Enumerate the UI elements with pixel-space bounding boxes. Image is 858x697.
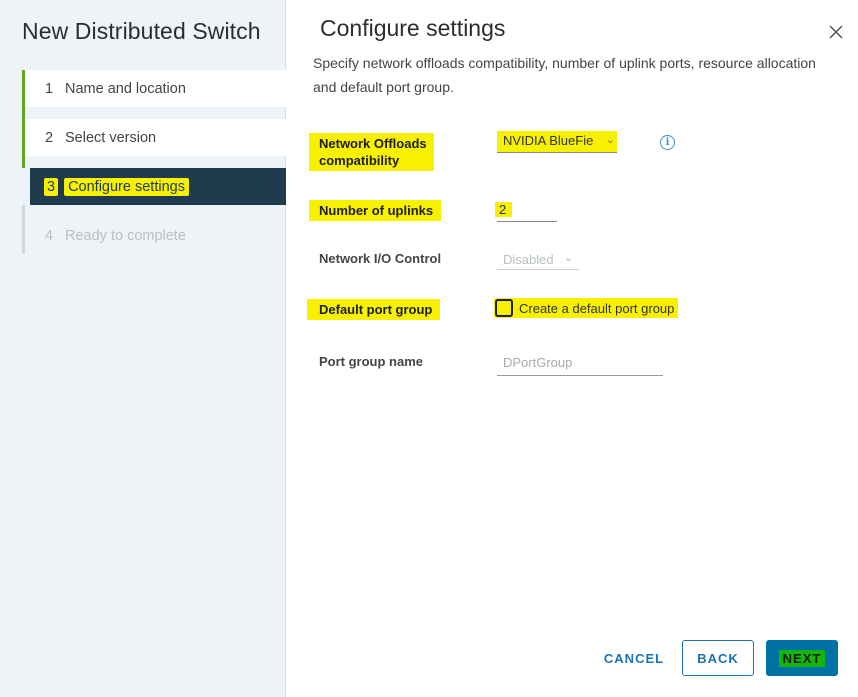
wizard-sidebar: New Distributed Switch 1 Name and locati… — [0, 0, 286, 697]
step-label: Select version — [65, 129, 157, 146]
step-configure-settings[interactable]: 3 Configure settings — [22, 168, 286, 205]
port-group-name-placeholder: DPortGroup — [503, 355, 573, 370]
step-label: Name and location — [65, 80, 186, 97]
step-name-and-location[interactable]: 1 Name and location — [22, 70, 286, 119]
step-ready-to-complete: 4 Ready to complete — [22, 205, 286, 254]
step-number: 4 — [45, 227, 54, 244]
step-number: 2 — [45, 129, 54, 146]
wizard-title: New Distributed Switch — [22, 18, 261, 44]
checkbox-label: Create a default port group — [519, 300, 675, 316]
step-label: Configure settings — [64, 177, 189, 196]
step-label: Ready to complete — [65, 227, 186, 244]
info-icon[interactable]: i — [660, 135, 675, 150]
chevron-down-icon: ⌄ — [563, 252, 573, 264]
nioc-value: Disabled — [503, 252, 554, 267]
cancel-button[interactable]: CANCEL — [596, 640, 672, 676]
next-button[interactable]: NEXT — [766, 640, 838, 676]
back-button[interactable]: BACK — [682, 640, 754, 676]
default-port-group-option[interactable]: Create a default port group — [494, 298, 679, 318]
uplinks-value: 2 — [495, 202, 513, 217]
page-title: Configure settings — [320, 15, 506, 41]
offloads-select[interactable]: NVIDIA BlueFie ⌄ — [497, 131, 617, 153]
step-number: 1 — [45, 80, 54, 97]
port-group-name-label: Port group name — [319, 354, 424, 369]
nioc-select: Disabled ⌄ — [497, 250, 579, 270]
offloads-label: Network Offloads compatibility — [309, 133, 434, 171]
page-description: Specify network offloads compatibility, … — [313, 55, 816, 95]
default-port-group-checkbox[interactable] — [495, 299, 513, 317]
close-icon[interactable] — [826, 22, 846, 42]
port-group-name-input: DPortGroup — [497, 352, 663, 376]
offloads-value: NVIDIA BlueFie — [503, 133, 594, 148]
chevron-down-icon: ⌄ — [605, 134, 615, 146]
next-button-label: NEXT — [778, 649, 826, 667]
wizard-steps: 1 Name and location 2 Select version 3 C… — [22, 70, 286, 266]
default-port-group-label: Default port group — [307, 299, 441, 320]
nioc-label: Network I/O Control — [319, 251, 442, 266]
uplinks-label: Number of uplinks — [309, 200, 442, 221]
step-select-version[interactable]: 2 Select version — [22, 119, 286, 168]
step-number: 3 — [44, 177, 59, 196]
uplinks-input[interactable]: 2 — [495, 200, 557, 222]
